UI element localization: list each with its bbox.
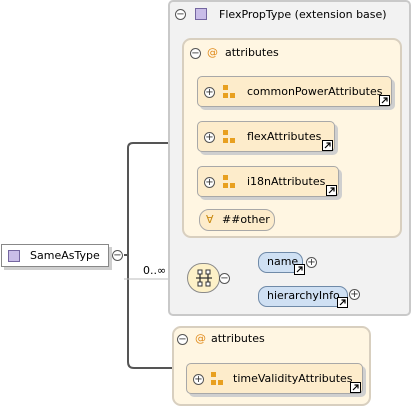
attribute-group-time-validity[interactable]: + timeValidityAttributes <box>186 363 363 394</box>
reference-arrow-icon[interactable] <box>326 185 337 196</box>
reference-arrow-icon[interactable] <box>294 264 305 275</box>
attribute-group-label: commonPowerAttributes <box>247 85 383 98</box>
any-attribute-box[interactable]: ∀ ##other <box>199 209 275 231</box>
reference-arrow-icon[interactable] <box>337 297 348 308</box>
reference-arrow-icon[interactable] <box>379 95 390 106</box>
attributes-collapse-toggle[interactable]: − <box>190 48 201 59</box>
extension-collapse-toggle[interactable]: − <box>175 9 186 20</box>
attributes-label: attributes <box>225 46 279 59</box>
reference-arrow-icon[interactable] <box>350 382 361 393</box>
attribute-group-label: i18nAttributes <box>247 175 326 188</box>
own-attributes-collapse-toggle[interactable]: − <box>177 334 188 345</box>
sequence-collapse-toggle[interactable]: − <box>219 273 230 284</box>
attribute-group-icon <box>223 175 237 189</box>
complex-type-icon <box>8 250 20 262</box>
attribute-group-flex[interactable]: + flexAttributes <box>197 121 335 152</box>
expand-icon[interactable]: + <box>204 132 215 143</box>
cardinality-label: 0..∞ <box>143 264 167 277</box>
attribute-group-i18n[interactable]: + i18nAttributes <box>197 166 339 197</box>
attribute-group-label: flexAttributes <box>247 130 322 143</box>
at-icon: @ <box>207 46 218 59</box>
root-collapse-toggle[interactable]: − <box>112 250 123 261</box>
element-name-expand[interactable]: + <box>306 257 317 268</box>
extension-type-icon <box>195 8 207 20</box>
root-type-label: SameAsType <box>30 249 100 262</box>
root-type-box[interactable]: SameAsType <box>1 244 109 267</box>
any-attribute-label: ##other <box>222 213 270 226</box>
element-hierarchy-info-label: hierarchyInfo <box>267 289 340 302</box>
attribute-group-icon <box>223 85 237 99</box>
expand-icon[interactable]: + <box>193 374 204 385</box>
attribute-group-label: timeValidityAttributes <box>233 372 353 385</box>
attribute-group-common-power[interactable]: + commonPowerAttributes <box>197 76 392 107</box>
element-hierarchy-info[interactable]: hierarchyInfo <box>258 286 348 307</box>
attribute-group-icon <box>223 130 237 144</box>
any-attribute-icon: ∀ <box>206 213 214 226</box>
own-attributes-label: attributes <box>211 332 265 345</box>
sequence-icon <box>196 269 212 287</box>
sequence-compositor[interactable] <box>187 263 220 293</box>
attribute-group-icon <box>211 372 225 386</box>
expand-icon[interactable]: + <box>204 177 215 188</box>
element-hierarchy-info-expand[interactable]: + <box>349 289 360 300</box>
expand-icon[interactable]: + <box>204 87 215 98</box>
extension-title: FlexPropType (extension base) <box>219 8 387 21</box>
at-icon: @ <box>195 332 206 345</box>
reference-arrow-icon[interactable] <box>322 140 333 151</box>
